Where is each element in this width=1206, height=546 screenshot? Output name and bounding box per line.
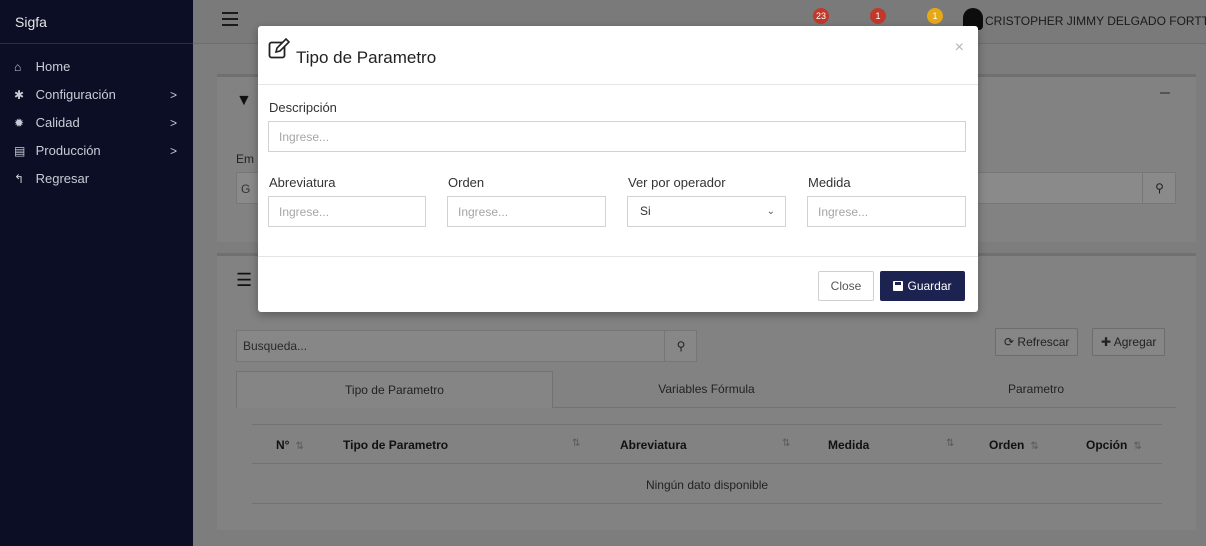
add-label: Agregar [1113,335,1157,349]
save-button[interactable]: Guardar [880,271,965,301]
document-icon: ▤ [14,144,26,158]
filter-icon: ▼ [236,92,252,109]
sidebar-item-label: Calidad [35,115,80,130]
refresh-icon: ⟳ [1004,335,1015,349]
sidebar-item-regresar[interactable]: ↰ Regresar [0,165,193,193]
descripcion-label: Descripción [269,100,337,115]
sidebar-item-label: Regresar [35,171,90,186]
search-input[interactable]: Busqueda... [236,330,697,362]
list-icon: ☰ [236,270,253,290]
sort-icon: ⇅ [1030,441,1039,452]
menu-toggle-icon[interactable] [222,12,238,30]
empresa-value: G [241,182,251,196]
descripcion-input[interactable] [268,121,966,152]
column-header-abreviatura[interactable]: Abreviatura [620,438,687,452]
modal-footer: Close Guardar [258,256,978,312]
tab-parametro[interactable]: Parametro [936,371,1136,408]
sidebar-item-calidad[interactable]: ✹ Calidad > [0,109,193,137]
tabs: Tipo de Parametro Variables Fórmula Para… [236,371,1176,408]
empty-table-message: Ningún dato disponible [645,478,769,492]
tipo-parametro-modal: Tipo de Parametro × Descripción Abreviat… [258,26,978,312]
orden-input[interactable] [447,196,606,227]
save-label: Guardar [907,279,952,293]
medida-input[interactable] [807,196,966,227]
user-name[interactable]: CRISTOPHER JIMMY DELGADO FORTTY [985,14,1206,28]
chevron-right-icon: > [169,144,177,158]
brand-logo[interactable]: Sigfa [0,0,193,44]
save-icon [893,281,904,291]
home-icon: ⌂ [14,60,22,74]
column-header-orden[interactable]: Orden ⇅ [989,438,1039,452]
gear-icon: ✱ [14,88,25,102]
search-icon[interactable]: ⚲ [664,330,697,362]
divider [252,463,1162,464]
tab-variables-formula[interactable]: Variables Fórmula [553,371,860,408]
sidebar-item-label: Home [35,59,71,74]
sort-icon: ⇅ [1133,441,1142,452]
close-button[interactable]: Close [818,271,874,301]
truck-count-badge: 1 [927,8,943,24]
ver-por-operador-label: Ver por operador [628,175,726,190]
tab-tipo-parametro[interactable]: Tipo de Parametro [236,371,553,408]
empresa-label: Em [236,152,254,166]
column-header-opcion[interactable]: Opción ⇅ [1086,438,1142,452]
select-value: Si [640,204,651,218]
abreviatura-input[interactable] [268,196,426,227]
notification-count-badge: 23 [813,8,830,24]
chevron-right-icon: > [169,88,177,102]
column-label: N° [276,438,290,452]
modal-header: Tipo de Parametro × [258,26,978,85]
edit-icon [268,38,290,59]
ver-por-operador-select[interactable]: Si ⌄ [627,196,786,227]
divider [252,424,1162,425]
add-button[interactable]: ✚ Agregar [1092,328,1166,356]
column-header-tipo[interactable]: Tipo de Parametro [343,438,448,452]
column-label: Orden [989,438,1025,452]
plus-icon: ✚ [1101,335,1112,349]
sidebar-item-label: Producción [35,143,101,158]
sidebar-item-configuracion[interactable]: ✱ Configuración > [0,81,193,109]
chevron-right-icon: > [169,116,177,130]
gear-icon: ✹ [14,116,25,130]
abreviatura-label: Abreviatura [269,175,336,190]
reply-icon: ↰ [14,172,25,186]
truck-count-badge: 1 [870,8,886,24]
refresh-label: Refrescar [1017,335,1070,349]
sort-icon: ⇅ [782,438,791,449]
sidebar: Sigfa ⌂ Home ✱ Configuración > ✹ Calidad… [0,0,193,546]
sidebar-item-label: Configuración [35,87,116,102]
refresh-button[interactable]: ⟳ Refrescar [995,328,1079,356]
column-header-medida[interactable]: Medida [828,438,869,452]
close-icon[interactable]: × [955,39,964,57]
column-header-numero[interactable]: N° ⇅ [276,438,304,452]
column-label: Opción [1086,438,1128,452]
medida-label: Medida [808,175,851,190]
collapse-icon[interactable] [1160,92,1170,94]
orden-label: Orden [448,175,485,190]
sort-icon: ⇅ [295,441,304,452]
search-icon[interactable]: ⚲ [1142,172,1176,204]
chevron-down-icon: ⌄ [766,206,775,217]
sort-icon: ⇅ [946,438,955,449]
sidebar-item-home[interactable]: ⌂ Home [0,53,193,81]
modal-title: Tipo de Parametro [296,48,437,67]
divider [252,503,1162,504]
sidebar-item-produccion[interactable]: ▤ Producción > [0,137,193,165]
sort-icon: ⇅ [572,438,581,449]
